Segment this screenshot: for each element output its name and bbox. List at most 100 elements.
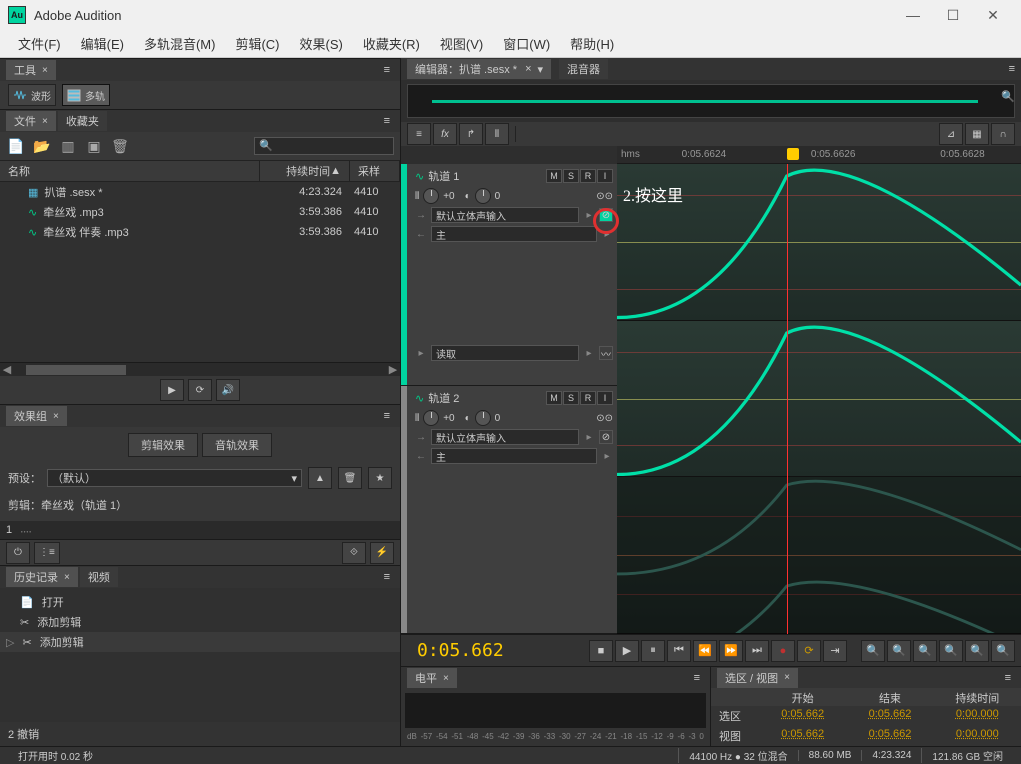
view-end[interactable]: 0:05.662	[846, 728, 933, 744]
fx-chain-icon[interactable]: ⋮≡	[34, 542, 60, 564]
close-icon[interactable]: ×	[525, 63, 531, 75]
close-icon[interactable]: ×	[443, 673, 449, 684]
volume-knob[interactable]	[423, 410, 439, 426]
playhead-marker[interactable]	[787, 148, 799, 160]
col-samplerate[interactable]: 采样	[350, 161, 400, 181]
magnify-icon[interactable]: 🔍	[1001, 90, 1015, 103]
input-monitor-button[interactable]: ⊘	[599, 430, 613, 444]
pan-knob[interactable]	[475, 188, 491, 204]
zoom-in-icon[interactable]: 🔍	[861, 640, 885, 662]
panel-menu-icon[interactable]: ≡	[1009, 63, 1015, 75]
loop-button[interactable]: ⟳	[797, 640, 821, 662]
input-select[interactable]: 默认立体声输入	[431, 207, 579, 223]
zoom-in-v-icon[interactable]: 🔍	[965, 640, 989, 662]
menu-multitrack[interactable]: 多轨混音(M)	[134, 30, 226, 57]
mute-button[interactable]: M	[546, 391, 562, 405]
snap-icon[interactable]: ⊿	[939, 123, 963, 145]
close-icon[interactable]: ×	[784, 672, 790, 683]
panel-menu-icon[interactable]: ≡	[380, 410, 394, 422]
menu-help[interactable]: 帮助(H)	[560, 30, 624, 57]
new-file-icon[interactable]: 📄	[6, 137, 26, 155]
effects-tab[interactable]: 效果组×	[6, 406, 67, 426]
waveform-clip[interactable]	[617, 477, 1021, 634]
play-button[interactable]: ▶	[160, 379, 184, 401]
go-end-button[interactable]: ⏭	[745, 640, 769, 662]
history-item[interactable]: 📄打开	[0, 592, 400, 612]
fav-preset-icon[interactable]: ★	[368, 467, 392, 489]
loop-button[interactable]: ⟳	[188, 379, 212, 401]
menu-file[interactable]: 文件(F)	[8, 30, 71, 57]
forward-button[interactable]: ⏩	[719, 640, 743, 662]
close-icon[interactable]: ×	[64, 572, 70, 583]
sel-end[interactable]: 0:05.662	[846, 708, 933, 724]
monitor-button[interactable]: I	[597, 391, 613, 405]
sel-start[interactable]: 0:05.662	[759, 708, 846, 724]
output-select[interactable]: 主	[431, 448, 597, 464]
play-button[interactable]: ▶	[615, 640, 639, 662]
save-icon[interactable]: ▥	[58, 137, 78, 155]
arm-button[interactable]: R	[580, 169, 596, 183]
menu-clip[interactable]: 剪辑(C)	[225, 30, 289, 57]
panel-menu-icon[interactable]: ≡	[690, 672, 704, 684]
panel-menu-icon[interactable]: ≡	[380, 115, 394, 127]
pause-button[interactable]: ⏸	[641, 640, 665, 662]
solo-button[interactable]: S	[563, 169, 579, 183]
waveform-clip[interactable]	[617, 321, 1021, 478]
input-monitor-button[interactable]: ⊘	[599, 208, 613, 222]
history-item[interactable]: ▷✂添加剪辑	[0, 632, 400, 652]
favorites-tab[interactable]: 收藏夹	[58, 111, 107, 131]
fx-icon[interactable]: ≡	[407, 123, 431, 145]
arm-button[interactable]: R	[580, 391, 596, 405]
record-icon[interactable]: ▣	[84, 137, 104, 155]
selview-tab[interactable]: 选区 / 视图×	[717, 668, 798, 688]
preset-select[interactable]: （默认）▾	[47, 469, 302, 487]
maximize-button[interactable]: ☐	[933, 0, 973, 30]
autoplay-button[interactable]: 🔊	[216, 379, 240, 401]
waveform-mode-button[interactable]: 波形	[8, 84, 56, 106]
zoom-out-v-icon[interactable]: 🔍	[991, 640, 1015, 662]
apply-icon[interactable]: ⚡	[370, 542, 394, 564]
delete-preset-icon[interactable]: 🗑	[338, 467, 362, 489]
mix-icon[interactable]: ⟐	[342, 542, 366, 564]
track-name[interactable]: 轨道 2	[428, 390, 459, 406]
history-tab[interactable]: 历史记录×	[6, 567, 78, 587]
clip-fx-tab[interactable]: 剪辑效果	[128, 433, 198, 457]
overview-strip[interactable]	[407, 84, 1015, 118]
playhead[interactable]	[787, 164, 788, 634]
col-duration[interactable]: 持续时间 ▲	[260, 161, 350, 181]
waveform-clip[interactable]	[617, 164, 1021, 321]
menu-edit[interactable]: 编辑(E)	[71, 30, 134, 57]
input-select[interactable]: 默认立体声输入	[431, 429, 579, 445]
rewind-button[interactable]: ⏪	[693, 640, 717, 662]
save-preset-icon[interactable]: ▲	[308, 467, 332, 489]
trash-icon[interactable]: 🗑	[110, 137, 130, 155]
track-fx-tab[interactable]: 音轨效果	[202, 433, 272, 457]
file-row[interactable]: ∿牵丝戏 伴奏 .mp3 3:59.386 4410	[0, 222, 400, 242]
record-button[interactable]: ●	[771, 640, 795, 662]
col-name[interactable]: 名称	[0, 161, 260, 181]
timecode-display[interactable]: 0:05.662	[407, 640, 514, 661]
panel-menu-icon[interactable]: ≡	[380, 571, 394, 583]
pan-knob[interactable]	[475, 410, 491, 426]
automation-icon[interactable]: 〰	[599, 346, 613, 360]
mixer-tab[interactable]: 混音器	[559, 59, 608, 79]
minimize-button[interactable]: —	[893, 0, 933, 30]
file-row[interactable]: ∿牵丝戏 .mp3 3:59.386 4410	[0, 202, 400, 222]
open-file-icon[interactable]: 📂	[32, 137, 52, 155]
track-name[interactable]: 轨道 1	[428, 168, 459, 184]
close-button[interactable]: ✕	[973, 0, 1013, 30]
mute-button[interactable]: M	[546, 169, 562, 183]
history-item[interactable]: ✂添加剪辑	[0, 612, 400, 632]
fx-button[interactable]: fx	[433, 123, 457, 145]
grid-icon[interactable]: ▦	[965, 123, 989, 145]
close-icon[interactable]: ×	[42, 65, 48, 76]
menu-effects[interactable]: 效果(S)	[290, 30, 353, 57]
close-icon[interactable]: ×	[42, 116, 48, 127]
solo-button[interactable]: S	[563, 391, 579, 405]
search-input[interactable]	[254, 137, 394, 155]
monitor-button[interactable]: I	[597, 169, 613, 183]
file-row[interactable]: ▦扒谱 .sesx * 4:23.324 4410	[0, 182, 400, 202]
video-tab[interactable]: 视频	[80, 567, 118, 587]
skip-button[interactable]: ⇥	[823, 640, 847, 662]
levels-tab[interactable]: 电平×	[407, 668, 457, 688]
